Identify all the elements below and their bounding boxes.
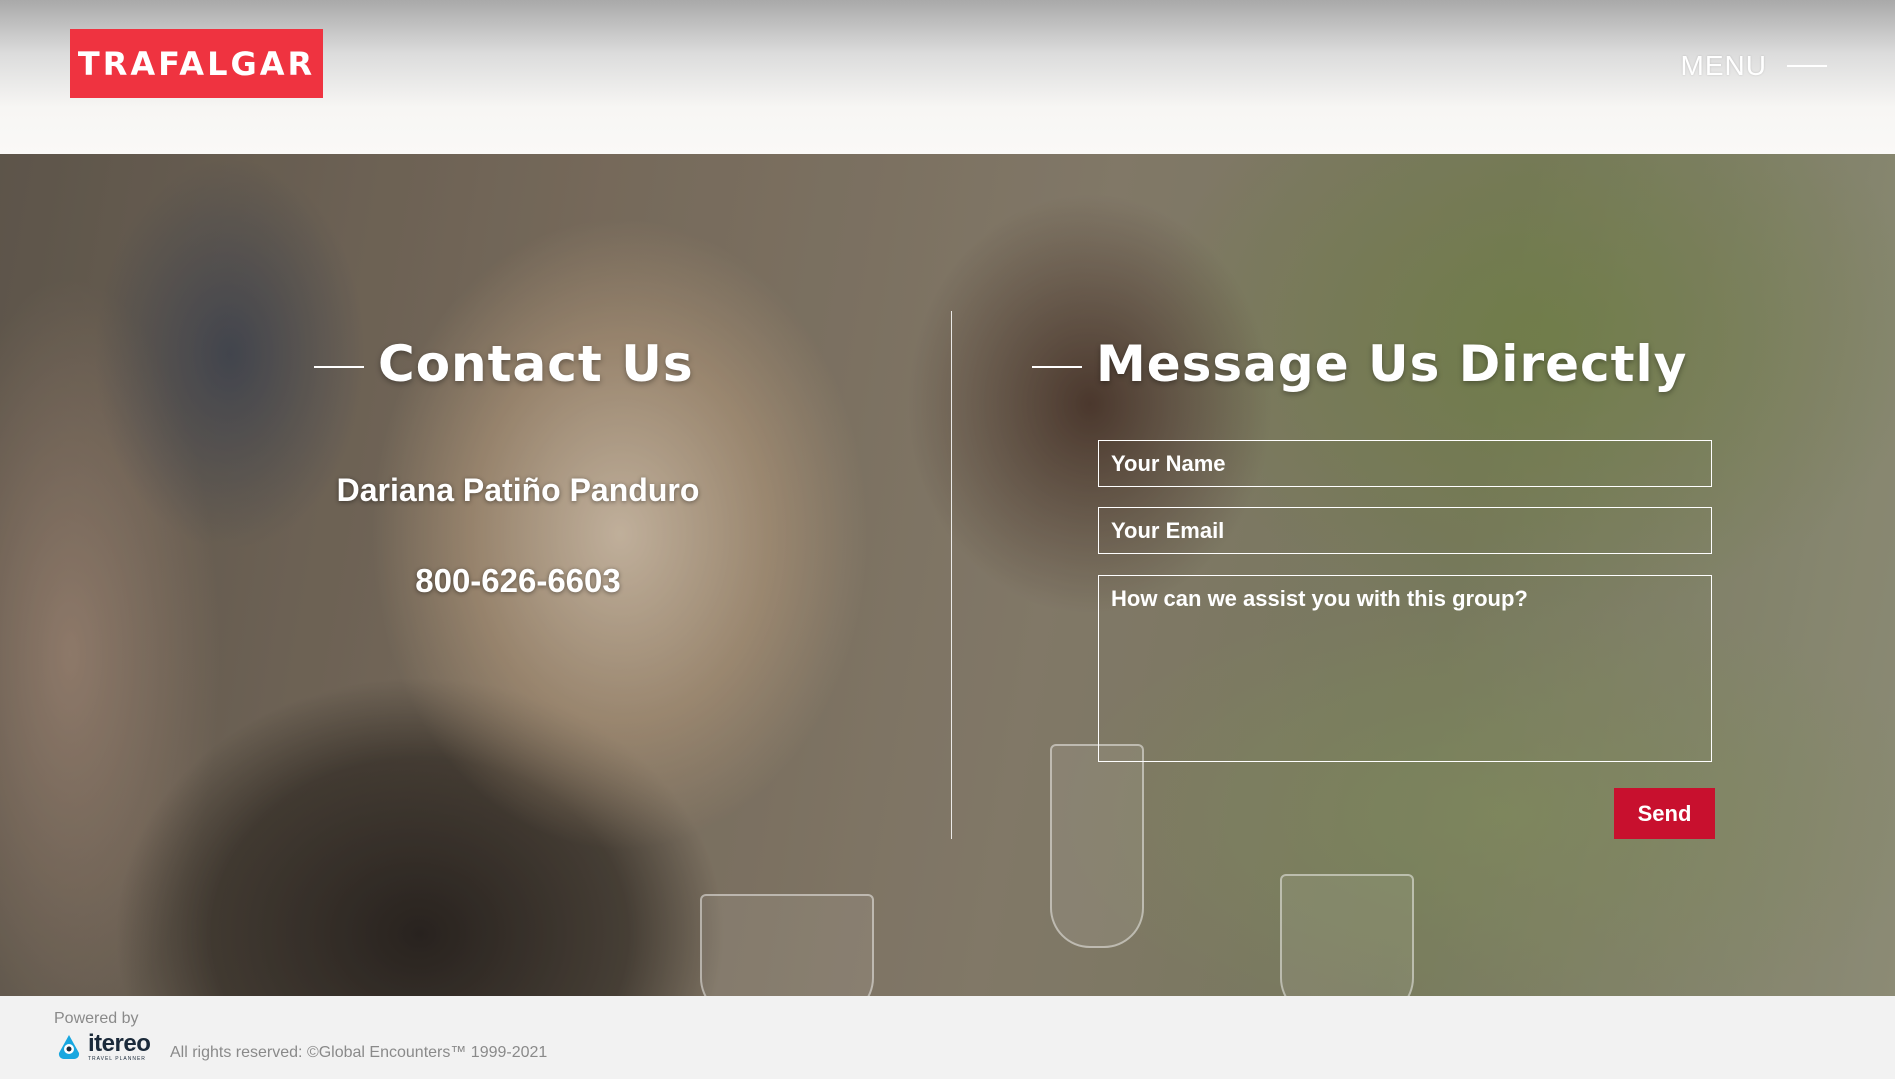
message-textarea[interactable] xyxy=(1098,575,1712,762)
itereo-logo-icon xyxy=(58,1035,80,1060)
itereo-tagline: TRAVEL PLANNER xyxy=(88,1056,146,1062)
contact-name: Dariana Patiño Panduro xyxy=(336,472,700,508)
contact-title-dash xyxy=(314,366,364,368)
send-button[interactable]: Send xyxy=(1614,788,1715,839)
powered-by-label: Powered by xyxy=(54,1010,139,1027)
contact-phone[interactable]: 800-626-6603 xyxy=(334,562,702,600)
wine-glass-image xyxy=(700,894,874,996)
menu-line-icon xyxy=(1787,65,1827,67)
wine-glass-image xyxy=(1050,744,1144,948)
contact-title: Contact Us xyxy=(378,335,694,393)
copyright-text: All rights reserved: ©Global Encounters™… xyxy=(170,1044,548,1061)
message-title: Message Us Directly xyxy=(1096,335,1688,393)
email-input[interactable] xyxy=(1098,507,1712,554)
itereo-name: itereo xyxy=(88,1030,151,1057)
site-header: TRAFALGAR MENU xyxy=(0,0,1895,154)
site-footer xyxy=(0,996,1895,1079)
message-title-dash xyxy=(1032,366,1082,368)
wine-glass-image xyxy=(1280,874,1414,996)
name-input[interactable] xyxy=(1098,440,1712,487)
itereo-brand[interactable]: itereo TRAVEL PLANNER xyxy=(54,1030,151,1062)
menu-button[interactable]: MENU xyxy=(1681,50,1827,82)
trafalgar-logo[interactable]: TRAFALGAR xyxy=(70,29,323,98)
menu-label: MENU xyxy=(1680,50,1767,81)
section-divider xyxy=(951,311,952,839)
